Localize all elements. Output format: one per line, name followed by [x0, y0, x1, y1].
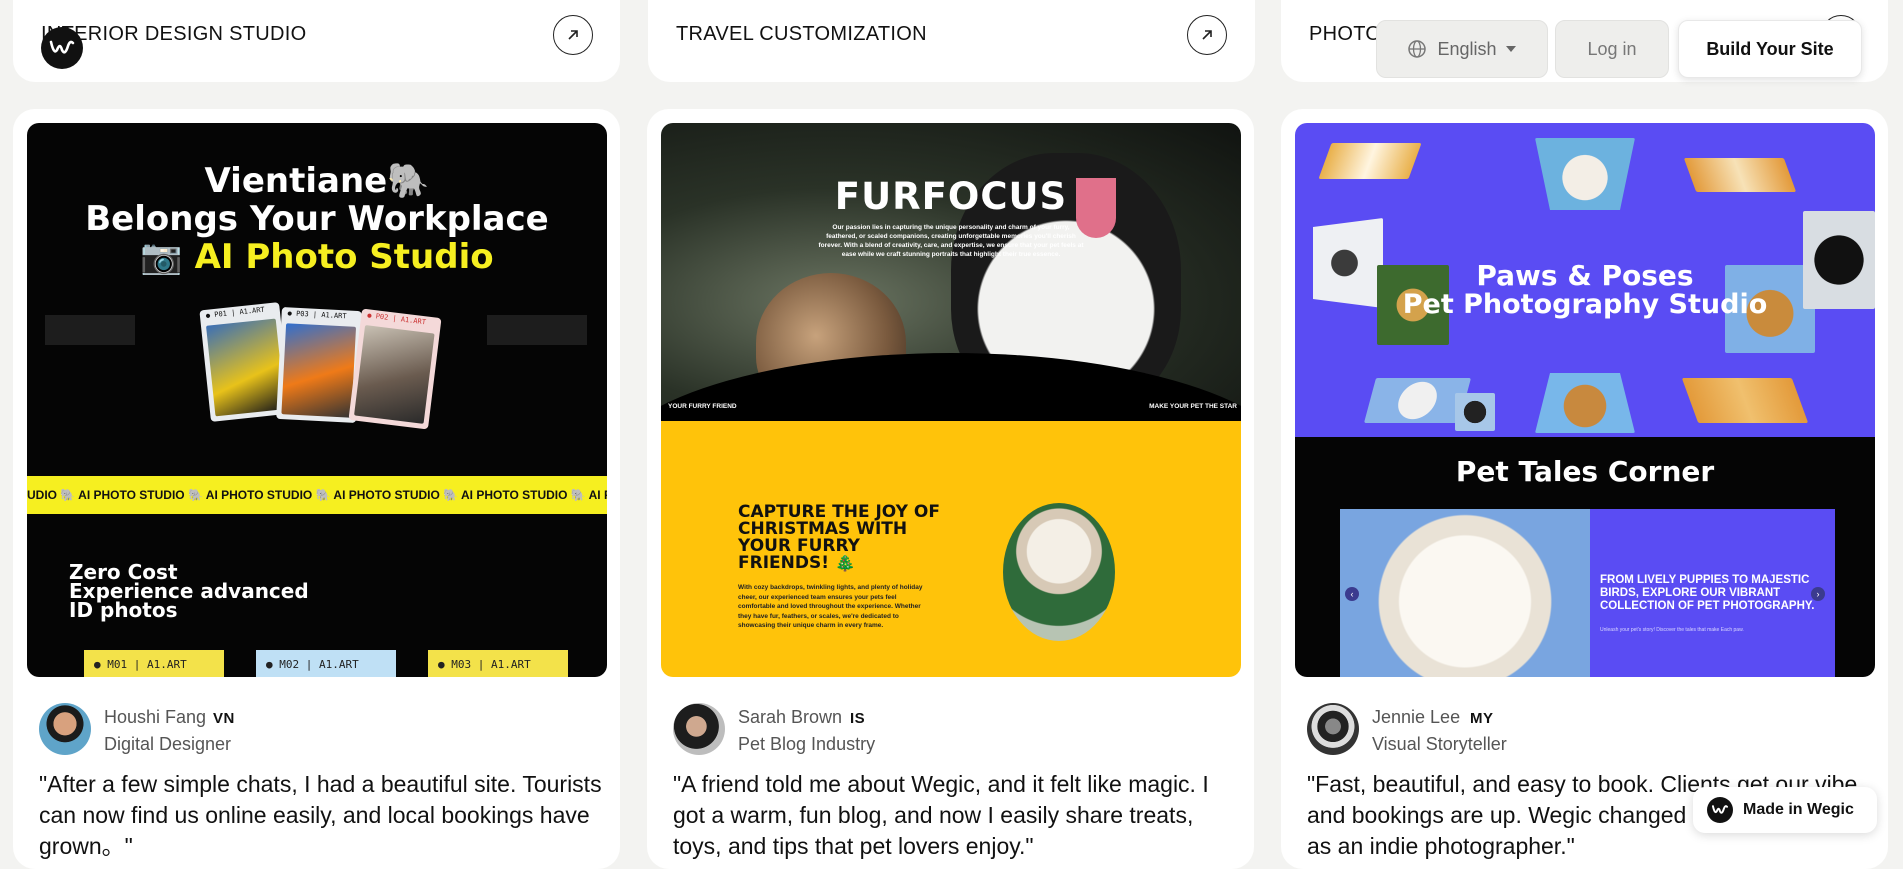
author-role: Pet Blog Industry	[738, 734, 876, 754]
login-button[interactable]: Log in	[1555, 20, 1669, 78]
hero-title: Paws & Poses	[1476, 259, 1694, 292]
made-in-wegic-badge[interactable]: Made in Wegic	[1693, 787, 1877, 833]
testimonial-card-jennie[interactable]: Paws & Poses Pet Photography Studio Pet …	[1281, 109, 1888, 869]
language-selector[interactable]: English	[1376, 20, 1548, 78]
testimonial-card-sarah[interactable]: FURFOCUS Our passion lies in capturing t…	[647, 109, 1254, 869]
category-title: PHOTO	[1309, 23, 1382, 45]
caret-down-icon	[1505, 45, 1517, 53]
chevron-right-icon[interactable]: ›	[1811, 587, 1825, 601]
site-preview-paws-poses[interactable]: Paws & Poses Pet Photography Studio Pet …	[1295, 123, 1875, 677]
preview-headline: Vientiane🐘	[204, 161, 430, 201]
polaroid-photo: ● P03 | A1.ART	[276, 306, 362, 424]
arrow-up-right-icon[interactable]	[1187, 15, 1227, 55]
chevron-left-icon[interactable]: ‹	[1345, 587, 1359, 601]
cat-portrait-oval	[1003, 503, 1115, 641]
christmas-section: CAPTURE THE JOY OF CHRISTMAS WITH YOUR F…	[661, 421, 1241, 677]
model-tag: ● M01 | A1.ART	[84, 650, 224, 677]
site-preview-furfocus[interactable]: FURFOCUS Our passion lies in capturing t…	[661, 123, 1241, 677]
build-site-button[interactable]: Build Your Site	[1678, 20, 1862, 78]
testimonial-card-houshi[interactable]: Vientiane🐘 Belongs Your Workplace 📷 AI P…	[13, 109, 620, 869]
wegic-logo-icon	[1707, 797, 1733, 823]
category-title: TRAVEL CUSTOMIZATION	[676, 23, 927, 45]
globe-icon	[1407, 39, 1427, 59]
site-preview-ai-photo-studio[interactable]: Vientiane🐘 Belongs Your Workplace 📷 AI P…	[27, 123, 607, 677]
author-name: Sarah Brown	[738, 707, 843, 727]
badge-label: Made in Wegic	[1743, 801, 1854, 818]
language-label: English	[1437, 38, 1497, 59]
model-tag: ● M02 | A1.ART	[256, 650, 396, 677]
pet-tile	[1535, 373, 1635, 433]
preview-dark-strip	[45, 315, 135, 345]
country-code: VN	[213, 710, 235, 727]
author-name: Jennie Lee	[1372, 707, 1461, 727]
category-card-travel[interactable]: TRAVEL CUSTOMIZATION	[648, 0, 1255, 82]
pet-tile	[1535, 138, 1635, 210]
arrow-up-right-icon[interactable]	[553, 15, 593, 55]
author-name: Houshi Fang	[104, 707, 207, 727]
preview-headline: 📷 AI Photo Studio	[140, 237, 494, 277]
caption-right: MAKE YOUR PET THE STAR	[1149, 403, 1237, 410]
country-code: IS	[850, 710, 866, 727]
hero-subtitle: Pet Photography Studio	[1402, 289, 1768, 320]
testimonial-quote: "A friend told me about Wegic, and it fe…	[673, 771, 1209, 859]
slide-small: Unleash your pet's story! Discover the t…	[1600, 627, 1744, 633]
marquee-band: UDIO 🐘 AI PHOTO STUDIO 🐘 AI PHOTO STUDIO…	[27, 476, 607, 514]
hero-title: FURFOCUS	[834, 175, 1068, 218]
pet-tile	[1681, 378, 1809, 423]
pet-tile	[1683, 158, 1797, 192]
hero-intro: Our passion lies in capturing the unique…	[818, 224, 1084, 258]
caption-left: YOUR FURRY FRIEND	[668, 403, 737, 410]
section-body: With cozy backdrops, twinkling lights, a…	[738, 584, 923, 629]
avatar	[673, 703, 725, 755]
pet-tile	[1318, 143, 1422, 179]
preview-subheadline: Zero Cost Experience advanced ID photos	[69, 560, 309, 622]
avatar	[1307, 703, 1359, 755]
slide-photo	[1340, 509, 1590, 677]
hero-section: Paws & Poses Pet Photography Studio	[1295, 123, 1875, 437]
slide-panel: FROM LIVELY PUPPIES TO MAJESTIC BIRDS, E…	[1590, 509, 1835, 677]
wegic-logo-icon[interactable]	[41, 27, 83, 69]
country-code: MY	[1470, 710, 1494, 727]
preview-headline: Belongs Your Workplace	[85, 199, 549, 239]
avatar	[39, 703, 91, 755]
polaroid-photo: ● P02 | A1.ART	[348, 308, 442, 430]
section-title: Pet Tales Corner	[1455, 455, 1715, 488]
slide-text: FROM LIVELY PUPPIES TO MAJESTIC BIRDS, E…	[1600, 574, 1815, 612]
author-role: Digital Designer	[104, 734, 232, 754]
pet-tile	[1455, 393, 1495, 431]
model-tag: ● M03 | A1.ART	[428, 650, 568, 677]
testimonial-quote: "After a few simple chats, I had a beaut…	[39, 771, 602, 859]
author-role: Visual Storyteller	[1372, 734, 1507, 754]
camera-icon: 📷	[140, 237, 183, 277]
category-card-interior[interactable]: INTERIOR DESIGN STUDIO	[13, 0, 620, 82]
section-headline: CAPTURE THE JOY OF CHRISTMAS WITH YOUR F…	[738, 502, 940, 573]
tales-section: Pet Tales Corner FROM LIVELY PUPPIES TO …	[1295, 437, 1875, 677]
preview-dark-strip	[487, 315, 587, 345]
